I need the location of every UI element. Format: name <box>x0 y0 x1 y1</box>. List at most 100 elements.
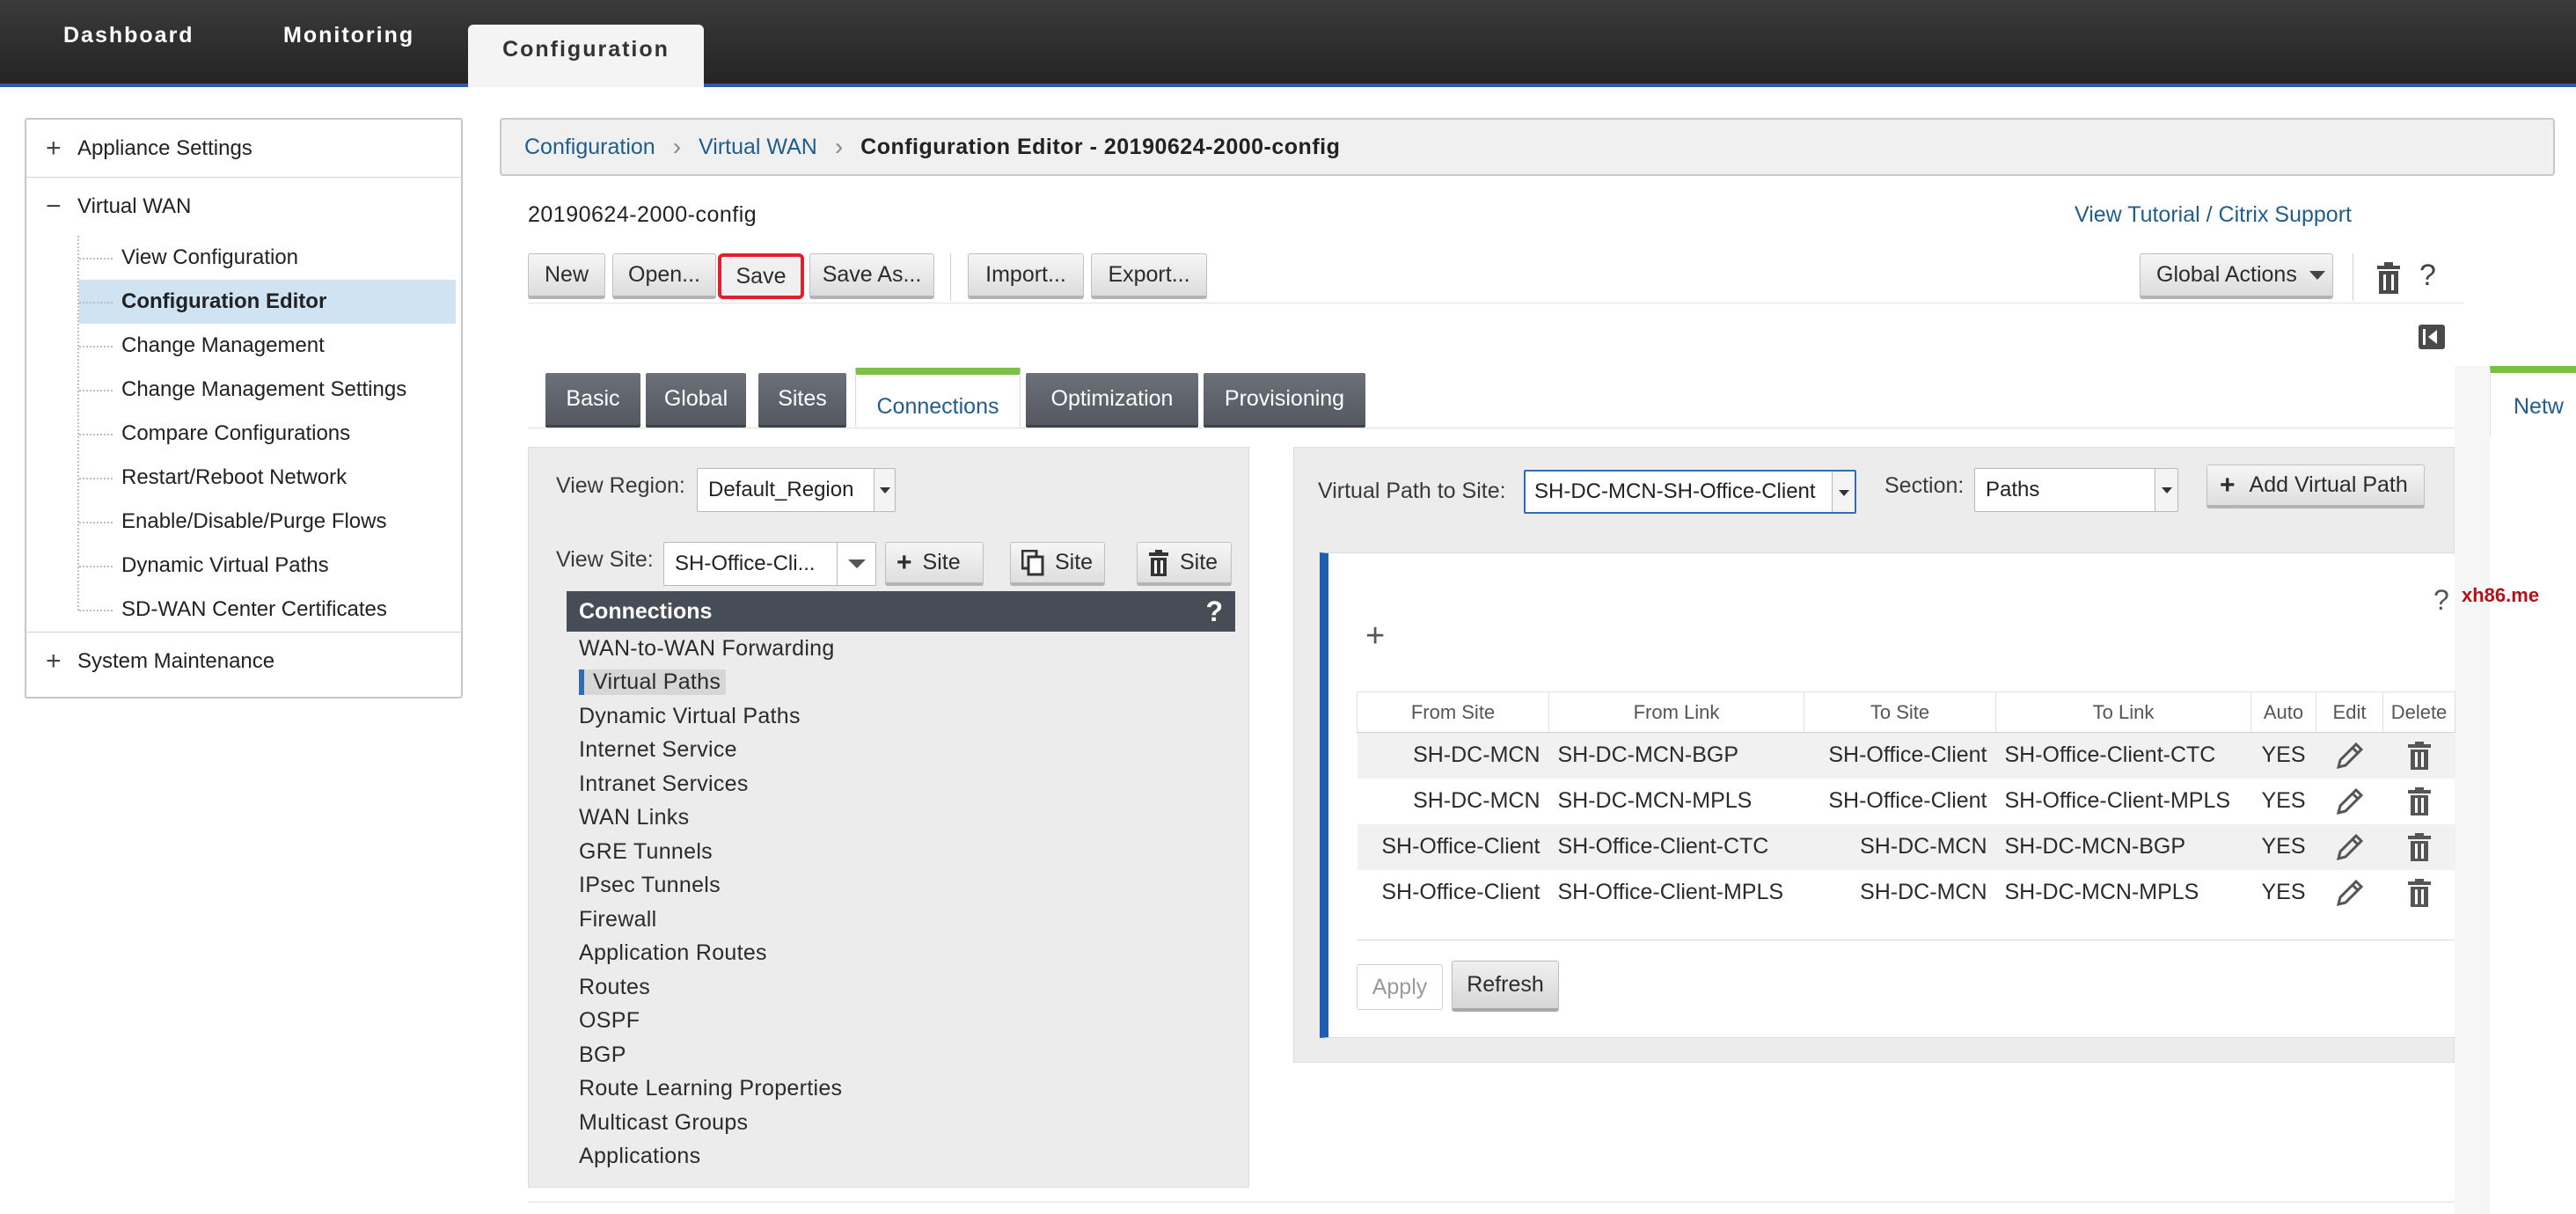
conn-item-application-routes[interactable]: Application Routes <box>579 937 1195 971</box>
collapse-panel-icon[interactable] <box>2418 324 2446 350</box>
cell-auto: YES <box>2261 880 2306 904</box>
tab-monitoring[interactable]: Monitoring <box>283 0 414 84</box>
sidebar-item-compare-configurations[interactable]: Compare Configurations <box>79 412 461 456</box>
conn-item-gre-tunnels[interactable]: GRE Tunnels <box>579 835 1195 869</box>
sidebar-virtual-wan[interactable]: − Virtual WAN <box>26 178 461 236</box>
conn-item-bgp[interactable]: BGP <box>579 1038 1195 1072</box>
column-header[interactable]: To Site <box>1804 691 1996 733</box>
conn-item-virtual-paths[interactable]: Virtual Paths <box>579 666 1195 700</box>
view-region-select[interactable]: Default_Region <box>697 468 896 512</box>
column-header[interactable]: To Link <box>1995 691 2251 733</box>
tab-optimization[interactable]: Optimization <box>1026 373 1198 428</box>
breadcrumb: Configuration › Virtual WAN › Configurat… <box>500 118 2555 176</box>
new-button[interactable]: New <box>528 253 605 299</box>
citrix-support-link[interactable]: Citrix Support <box>2219 202 2352 227</box>
caret-down-icon <box>874 469 895 511</box>
cell-to-site: SH-Office-Client <box>1828 788 1987 813</box>
delete-site-button[interactable]: Site <box>1137 542 1232 586</box>
conn-item-dynamic-virtual-paths[interactable]: Dynamic Virtual Paths <box>579 699 1195 734</box>
edit-button[interactable] <box>2316 779 2383 824</box>
delete-button[interactable] <box>2382 823 2455 870</box>
tab-basic[interactable]: Basic <box>545 373 640 428</box>
path-to-site-select[interactable]: SH-DC-MCN-SH-Office-Client <box>1524 470 1856 514</box>
tab-configuration[interactable]: Configuration <box>468 25 704 87</box>
clone-site-button[interactable]: Site <box>1010 542 1105 586</box>
clone-site-label: Site <box>1055 550 1094 574</box>
sidebar-section-label: Appliance Settings <box>77 135 252 160</box>
conn-item-applications[interactable]: Applications <box>579 1140 1195 1174</box>
breadcrumb-virtual-wan[interactable]: Virtual WAN <box>699 135 817 160</box>
add-site-button[interactable]: + Site <box>885 542 984 586</box>
add-virtual-path-button[interactable]: + Add Virtual Path <box>2206 464 2425 508</box>
edit-button[interactable] <box>2316 823 2383 870</box>
sidebar-item-dynamic-virtual-paths[interactable]: Dynamic Virtual Paths <box>79 544 461 588</box>
conn-item-label: OSPF <box>579 1008 640 1034</box>
conn-item-label: Dynamic Virtual Paths <box>579 703 801 728</box>
sidebar-system-maintenance[interactable]: + System Maintenance <box>26 632 461 690</box>
sidebar-item-sd-wan-center-certificates[interactable]: SD-WAN Center Certificates <box>79 588 461 632</box>
save-button[interactable]: Save <box>718 253 804 299</box>
trash-icon[interactable] <box>2375 262 2402 294</box>
conn-item-internet-service[interactable]: Internet Service <box>579 734 1195 768</box>
editor-toolbar: New Open... Save Save As... Import... Ex… <box>528 253 2463 304</box>
conn-item-wan-to-wan-forwarding[interactable]: WAN-to-WAN Forwarding <box>579 632 1195 666</box>
conn-item-firewall[interactable]: Firewall <box>579 903 1195 937</box>
apply-button[interactable]: Apply <box>1357 964 1443 1010</box>
help-icon[interactable]: ? <box>1205 596 1223 628</box>
conn-item-ipsec-tunnels[interactable]: IPsec Tunnels <box>579 869 1195 903</box>
delete-button[interactable] <box>2383 870 2455 916</box>
edit-button[interactable] <box>2316 732 2383 779</box>
sidebar-item-restart-reboot-network[interactable]: Restart/Reboot Network <box>79 456 461 500</box>
sidebar-item-change-management-settings[interactable]: Change Management Settings <box>79 368 461 412</box>
export-button[interactable]: Export... <box>1091 253 1207 299</box>
column-header[interactable]: From Site <box>1357 691 1549 733</box>
conn-item-label: Multicast Groups <box>579 1109 749 1135</box>
global-actions-dropdown[interactable]: Global Actions <box>2140 253 2333 299</box>
tab-provisioning[interactable]: Provisioning <box>1204 373 1365 428</box>
refresh-button[interactable]: Refresh <box>1452 961 1559 1012</box>
delete-button[interactable] <box>2382 732 2455 779</box>
caret-down-icon <box>2309 270 2325 280</box>
import-button[interactable]: Import... <box>968 253 1084 299</box>
view-site-select[interactable]: SH-Office-Cli... <box>663 542 876 586</box>
conn-item-wan-links[interactable]: WAN Links <box>579 801 1195 836</box>
column-header[interactable]: From Link <box>1548 691 1804 733</box>
add-path-plus-icon[interactable]: + <box>1365 618 1385 655</box>
sidebar-section-label: System Maintenance <box>77 648 275 673</box>
tab-network[interactable]: Netw <box>2490 366 2576 436</box>
sidebar-appliance-settings[interactable]: + Appliance Settings <box>26 120 461 178</box>
cell-from-link: SH-DC-MCN-BGP <box>1548 732 1804 779</box>
table-row: SH-Office-Client SH-Office-Client-MPLS S… <box>1358 870 2455 916</box>
open-button[interactable]: Open... <box>612 253 716 299</box>
top-navigation-bar: Dashboard Monitoring Configuration <box>0 0 2576 87</box>
section-select[interactable]: Paths <box>1974 468 2178 512</box>
tab-dashboard[interactable]: Dashboard <box>63 0 194 84</box>
tab-connections[interactable]: Connections <box>855 368 1021 428</box>
conn-item-ospf[interactable]: OSPF <box>579 1005 1195 1039</box>
help-icon[interactable]: ? <box>2433 584 2449 617</box>
sidebar-item-enable-disable-purge-flows[interactable]: Enable/Disable/Purge Flows <box>79 500 461 544</box>
conn-item-routes[interactable]: Routes <box>579 970 1195 1005</box>
conn-item-intranet-services[interactable]: Intranet Services <box>579 767 1195 801</box>
section-value: Paths <box>1986 478 2040 501</box>
conn-item-route-learning-properties[interactable]: Route Learning Properties <box>579 1072 1195 1107</box>
delete-button[interactable] <box>2383 779 2455 824</box>
connections-list: WAN-to-WAN Forwarding Virtual Paths Dyna… <box>579 632 1195 1174</box>
cell-to-link: SH-Office-Client-MPLS <box>2004 788 2231 813</box>
tab-global[interactable]: Global <box>646 373 746 428</box>
save-as-button[interactable]: Save As... <box>809 253 934 299</box>
view-region-label: View Region: <box>556 473 685 498</box>
sidebar-item-change-management[interactable]: Change Management <box>79 324 461 368</box>
sidebar-item-configuration-editor[interactable]: Configuration Editor <box>79 280 456 324</box>
help-icon[interactable]: ? <box>2419 259 2436 293</box>
view-tutorial-link[interactable]: View Tutorial <box>2075 202 2200 227</box>
column-header[interactable]: Auto <box>2250 691 2316 733</box>
right-strip <box>2455 366 2490 1214</box>
path-to-site-value: SH-DC-MCN-SH-Office-Client <box>1534 479 1816 503</box>
conn-item-multicast-groups[interactable]: Multicast Groups <box>579 1106 1195 1140</box>
sidebar-item-view-configuration[interactable]: View Configuration <box>79 236 461 280</box>
edit-button[interactable] <box>2316 870 2383 916</box>
view-site-value: SH-Office-Cli... <box>675 552 816 575</box>
breadcrumb-configuration[interactable]: Configuration <box>524 135 655 160</box>
tab-sites[interactable]: Sites <box>758 373 846 428</box>
